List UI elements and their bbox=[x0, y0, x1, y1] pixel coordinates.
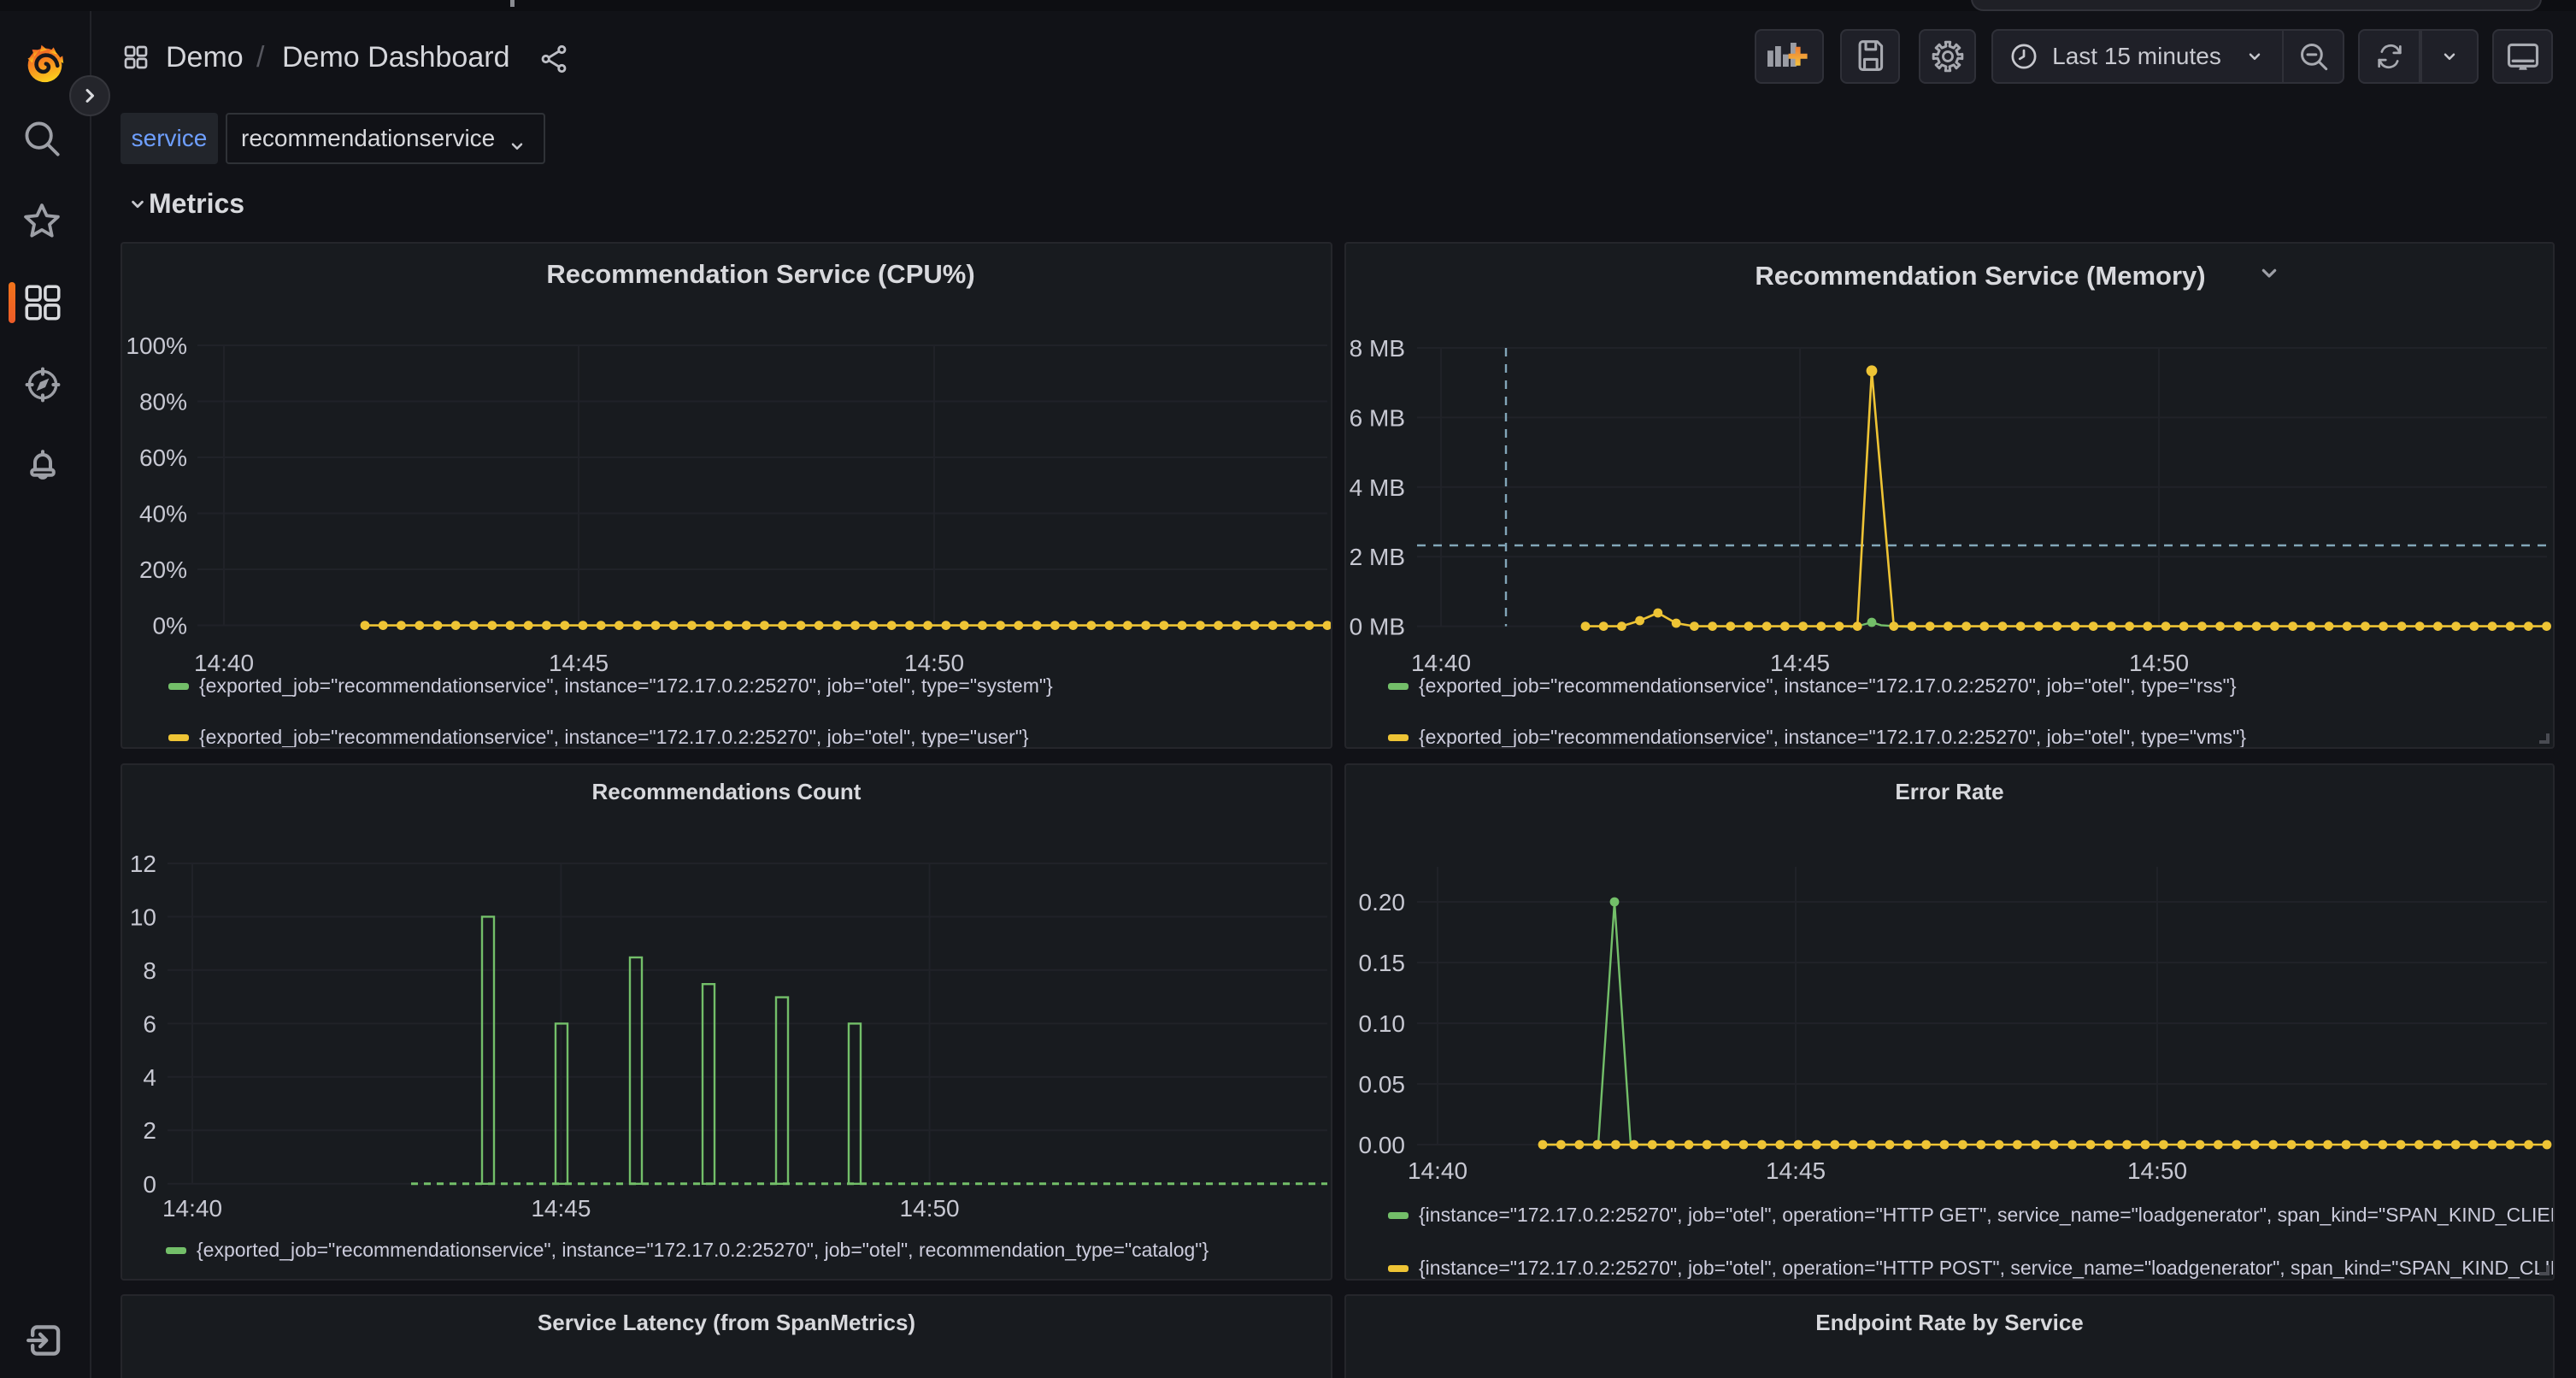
svg-text:20%: 20% bbox=[139, 556, 187, 583]
svg-text:10: 10 bbox=[130, 904, 156, 930]
svg-text:14:50: 14:50 bbox=[900, 1195, 960, 1222]
svg-text:60%: 60% bbox=[139, 445, 187, 471]
svg-text:0.00: 0.00 bbox=[1359, 1132, 1406, 1158]
svg-text:40%: 40% bbox=[139, 501, 187, 527]
svg-text:4: 4 bbox=[143, 1064, 156, 1091]
svg-text:0.20: 0.20 bbox=[1359, 889, 1406, 916]
svg-text:0 MB: 0 MB bbox=[1350, 614, 1405, 640]
svg-text:14:45: 14:45 bbox=[1766, 1157, 1826, 1184]
svg-text:14:45: 14:45 bbox=[531, 1195, 591, 1222]
svg-text:12: 12 bbox=[130, 851, 156, 877]
svg-text:6 MB: 6 MB bbox=[1350, 404, 1405, 431]
svg-text:14:45: 14:45 bbox=[1770, 650, 1830, 676]
svg-text:80%: 80% bbox=[139, 389, 187, 415]
svg-text:14:40: 14:40 bbox=[1408, 1157, 1467, 1184]
svg-text:14:45: 14:45 bbox=[549, 650, 609, 676]
svg-text:2 MB: 2 MB bbox=[1350, 544, 1405, 570]
svg-text:14:40: 14:40 bbox=[1411, 650, 1471, 676]
svg-text:0.05: 0.05 bbox=[1359, 1071, 1406, 1098]
svg-text:14:40: 14:40 bbox=[162, 1195, 222, 1222]
svg-text:100%: 100% bbox=[126, 333, 187, 359]
svg-text:8 MB: 8 MB bbox=[1350, 335, 1405, 362]
svg-text:2: 2 bbox=[143, 1117, 156, 1144]
svg-text:4 MB: 4 MB bbox=[1350, 474, 1405, 501]
svg-text:0%: 0% bbox=[153, 613, 187, 639]
svg-text:0: 0 bbox=[143, 1171, 156, 1198]
svg-text:8: 8 bbox=[143, 957, 156, 984]
svg-text:0.15: 0.15 bbox=[1359, 950, 1406, 976]
svg-text:14:40: 14:40 bbox=[194, 650, 254, 676]
svg-text:14:50: 14:50 bbox=[904, 650, 964, 676]
svg-text:0.10: 0.10 bbox=[1359, 1010, 1406, 1037]
svg-text:14:50: 14:50 bbox=[2127, 1157, 2187, 1184]
svg-text:6: 6 bbox=[143, 1010, 156, 1037]
svg-text:14:50: 14:50 bbox=[2129, 650, 2189, 676]
